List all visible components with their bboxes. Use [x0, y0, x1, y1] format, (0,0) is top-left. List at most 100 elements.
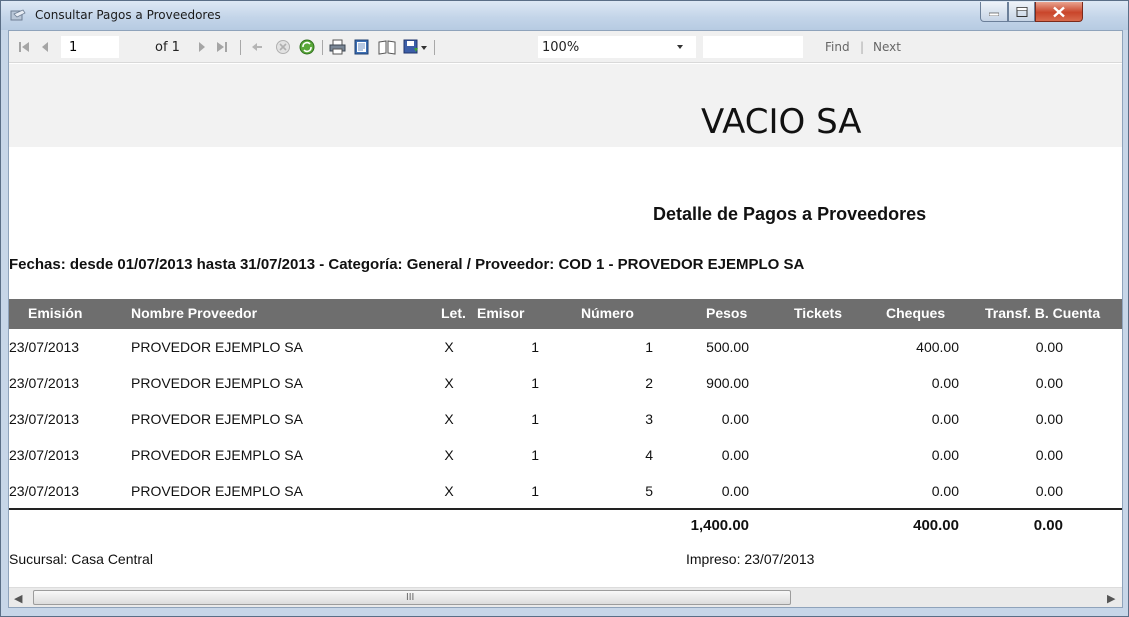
zoom-dropdown-icon [677, 45, 683, 49]
scroll-left-icon[interactable]: ◀ [14, 592, 22, 605]
print-icon[interactable] [329, 39, 346, 55]
table-cell: X [444, 339, 454, 355]
table-cell: PROVEDOR EJEMPLO SA [131, 339, 303, 355]
table-cell: 4 [645, 447, 653, 463]
table-cell: 0.00 [1035, 375, 1063, 391]
totals-divider [9, 508, 1122, 510]
table-cell: PROVEDOR EJEMPLO SA [131, 411, 303, 427]
table-cell: 900.00 [706, 375, 749, 391]
table-cell: X [444, 447, 454, 463]
table-cell: 1 [645, 339, 653, 355]
table-cell: PROVEDOR EJEMPLO SA [131, 483, 303, 499]
table-cell: 0.00 [931, 411, 959, 427]
zoom-value: 100% [542, 40, 580, 55]
column-header: Número [581, 305, 634, 321]
table-row: 23/07/2013 PROVEDOR EJEMPLO SA X 1 4 0.00 0.00… [9, 441, 1122, 472]
next-page-icon[interactable] [197, 39, 207, 55]
report-title: Detalle de Pagos a Proveedores [653, 204, 927, 224]
table-cell: 400.00 [916, 339, 959, 355]
app-icon [10, 9, 26, 21]
chevron-down-icon[interactable] [420, 39, 428, 55]
table-cell: 2 [645, 375, 653, 391]
table-cell: 0.00 [931, 483, 959, 499]
scrollbar-grip: III [406, 592, 415, 603]
print-layout-icon[interactable] [354, 39, 369, 55]
table-cell: 1 [531, 483, 539, 499]
next-link[interactable]: Next [873, 40, 901, 54]
table-cell: 1 [531, 447, 539, 463]
toolbar-separator [434, 40, 435, 55]
table-cell: 23/07/2013 [9, 447, 80, 463]
scroll-right-icon[interactable]: ▶ [1107, 592, 1115, 605]
title-bar: Consultar Pagos a Proveedores [1, 1, 1128, 30]
table-cell: X [444, 411, 454, 427]
total-pesos: 1,400.00 [690, 517, 749, 534]
table-row: 23/07/2013 PROVEDOR EJEMPLO SA X 1 2 900.00 0.… [9, 369, 1122, 400]
find-next-separator: | [860, 40, 865, 54]
printed-date: Impreso: 23/07/2013 [686, 551, 815, 567]
column-header: Nombre Proveedor [131, 305, 258, 321]
table-cell: 0.00 [721, 411, 749, 427]
toolbar-separator [240, 40, 241, 55]
total-cheques: 400.00 [913, 517, 959, 534]
last-page-icon[interactable] [216, 39, 228, 55]
report-page: VACIO SA Detalle de Pagos a Proveedores … [9, 64, 1122, 587]
first-page-icon[interactable] [18, 39, 30, 55]
table-header: Emisión Nombre Proveedor Let. Emisor Núm… [9, 299, 1122, 329]
close-icon [1053, 6, 1065, 17]
table-cell: PROVEDOR EJEMPLO SA [131, 375, 303, 391]
total-transf: 0.00 [1033, 517, 1063, 534]
column-header: Cheques [886, 305, 946, 321]
find-link[interactable]: Find [825, 40, 850, 54]
table-cell: 0.00 [1035, 411, 1063, 427]
stop-icon[interactable] [275, 39, 291, 55]
export-save-icon[interactable] [403, 39, 419, 55]
report-filters: Fechas: desde 01/07/2013 hasta 31/07/201… [9, 256, 805, 273]
table-cell: 1 [531, 339, 539, 355]
table-cell: 23/07/2013 [9, 375, 80, 391]
previous-page-icon[interactable] [40, 39, 50, 55]
column-header: Emisión [28, 305, 83, 321]
column-header: Transf. B. Cuenta [985, 305, 1101, 321]
table-cell: 1 [531, 375, 539, 391]
column-header: Emisor [477, 305, 525, 321]
table-cell: 0.00 [931, 447, 959, 463]
scrollbar-thumb[interactable]: III [33, 590, 791, 605]
back-icon[interactable] [250, 39, 264, 55]
client-area: of 1 100% Find | Next VA [8, 30, 1123, 608]
page-count-label: of 1 [155, 40, 180, 55]
table-cell: 23/07/2013 [9, 339, 80, 355]
table-cell: 0.00 [721, 447, 749, 463]
minimize-icon [989, 12, 999, 16]
close-button[interactable] [1035, 2, 1083, 22]
company-name: VACIO SA [701, 102, 862, 142]
horizontal-scrollbar[interactable]: ◀ III ▶ [9, 587, 1122, 607]
column-header: Tickets [794, 305, 842, 321]
page-setup-icon[interactable] [378, 39, 396, 55]
table-cell: X [444, 483, 454, 499]
refresh-icon[interactable] [299, 39, 315, 55]
zoom-select[interactable]: 100% [538, 36, 696, 58]
table-cell: 500.00 [706, 339, 749, 355]
current-page-input[interactable] [61, 36, 119, 58]
minimize-button[interactable] [980, 2, 1008, 22]
column-header: Pesos [706, 305, 748, 321]
find-input[interactable] [703, 36, 803, 58]
sucursal-label: Sucursal: Casa Central [9, 551, 153, 567]
toolbar-separator [322, 40, 323, 55]
table-cell: 23/07/2013 [9, 483, 80, 499]
table-cell: 5 [645, 483, 653, 499]
table-row: 23/07/2013 PROVEDOR EJEMPLO SA X 1 1 500.00 40… [9, 333, 1122, 364]
column-header: Let. [441, 305, 466, 321]
table-row: 23/07/2013 PROVEDOR EJEMPLO SA X 1 3 0.00 0.00… [9, 405, 1122, 436]
maximize-button[interactable] [1008, 2, 1035, 22]
company-band [9, 64, 1122, 147]
table-cell: 3 [645, 411, 653, 427]
table-row: 23/07/2013 PROVEDOR EJEMPLO SA X 1 5 0.00 0.00… [9, 477, 1122, 508]
table-cell: 0.00 [1035, 447, 1063, 463]
table-cell: 1 [531, 411, 539, 427]
table-cell: 0.00 [1035, 339, 1063, 355]
report-toolbar: of 1 100% Find | Next [9, 31, 1122, 63]
table-cell: 0.00 [931, 375, 959, 391]
maximize-icon [1016, 6, 1027, 17]
